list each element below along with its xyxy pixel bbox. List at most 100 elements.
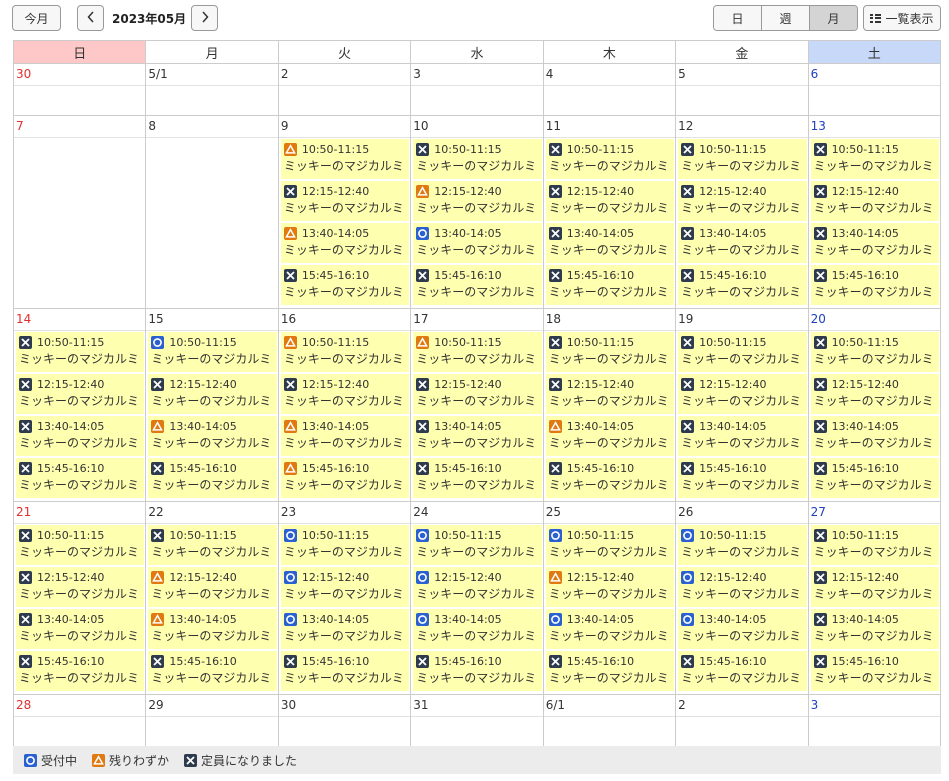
event-slot[interactable]: 15:45-16:10 ミッキーのマジカルミ xyxy=(413,265,542,305)
event-slot[interactable]: 12:15-12:40 ミッキーのマジカルミ xyxy=(810,181,939,221)
event-slot[interactable]: 10:50-11:15 ミッキーのマジカルミ xyxy=(545,139,675,179)
event-slot[interactable]: 13:40-14:05 ミッキーのマジカルミ xyxy=(810,223,939,263)
event-slot[interactable]: 12:15-12:40 ミッキーのマジカルミ xyxy=(678,181,807,221)
month-view-button[interactable]: 月 xyxy=(810,6,857,30)
event-slot[interactable]: 13:40-14:05 ミッキーのマジカルミ xyxy=(810,416,939,456)
event-slot[interactable]: 12:15-12:40 ミッキーのマジカルミ xyxy=(280,374,410,414)
event-slot[interactable]: 13:40-14:05 ミッキーのマジカルミ xyxy=(678,223,807,263)
event-slot[interactable]: 10:50-11:15 ミッキーのマジカルミ xyxy=(545,332,675,372)
event-slot[interactable]: 12:15-12:40 ミッキーのマジカルミ xyxy=(545,567,675,607)
calendar-day[interactable]: 9 10:50-11:15 ミッキーのマジカルミ 12:15-12:40 ミッキーのマジ… xyxy=(278,116,412,309)
event-slot[interactable]: 15:45-16:10 ミッキーのマジカルミ xyxy=(678,458,807,498)
event-slot[interactable]: 12:15-12:40 ミッキーのマジカルミ xyxy=(545,181,675,221)
event-slot[interactable]: 15:45-16:10 ミッキーのマジカルミ xyxy=(148,651,277,691)
event-slot[interactable]: 15:45-16:10 ミッキーのマジカルミ xyxy=(16,458,145,498)
event-slot[interactable]: 12:15-12:40 ミッキーのマジカルミ xyxy=(545,374,675,414)
event-slot[interactable]: 10:50-11:15 ミッキーのマジカルミ xyxy=(280,525,410,565)
calendar-day[interactable]: 5 xyxy=(676,64,809,116)
calendar-day[interactable]: 13 10:50-11:15 ミッキーのマジカルミ 12:15-12:40 ミッキーのマ… xyxy=(808,116,941,309)
event-slot[interactable]: 10:50-11:15 ミッキーのマジカルミ xyxy=(16,525,145,565)
calendar-day[interactable]: 4 xyxy=(543,64,677,116)
event-slot[interactable]: 12:15-12:40 ミッキーのマジカルミ xyxy=(810,567,939,607)
calendar-day[interactable]: 29 xyxy=(146,695,279,747)
calendar-day[interactable]: 25 10:50-11:15 ミッキーのマジカルミ 12:15-12:40 ミッキーのマ… xyxy=(543,502,677,695)
event-slot[interactable]: 10:50-11:15 ミッキーのマジカルミ xyxy=(280,139,410,179)
event-slot[interactable]: 13:40-14:05 ミッキーのマジカルミ xyxy=(148,416,277,456)
event-slot[interactable]: 15:45-16:10 ミッキーのマジカルミ xyxy=(678,265,807,305)
event-slot[interactable]: 12:15-12:40 ミッキーのマジカルミ xyxy=(16,374,145,414)
calendar-day[interactable]: 2 xyxy=(278,64,412,116)
event-slot[interactable]: 15:45-16:10 ミッキーのマジカルミ xyxy=(810,458,939,498)
calendar-day[interactable]: 12 10:50-11:15 ミッキーのマジカルミ 12:15-12:40 ミッキーのマ… xyxy=(676,116,809,309)
event-slot[interactable]: 13:40-14:05 ミッキーのマジカルミ xyxy=(545,609,675,649)
calendar-day[interactable]: 3 xyxy=(411,64,544,116)
event-slot[interactable]: 10:50-11:15 ミッキーのマジカルミ xyxy=(16,332,145,372)
calendar-day[interactable]: 22 10:50-11:15 ミッキーのマジカルミ 12:15-12:40 ミッキーのマ… xyxy=(146,502,279,695)
event-slot[interactable]: 13:40-14:05 ミッキーのマジカルミ xyxy=(810,609,939,649)
event-slot[interactable]: 10:50-11:15 ミッキーのマジカルミ xyxy=(413,332,542,372)
event-slot[interactable]: 13:40-14:05 ミッキーのマジカルミ xyxy=(413,609,542,649)
calendar-day[interactable]: 7 xyxy=(14,116,147,309)
calendar-day[interactable]: 28 xyxy=(14,695,147,747)
event-slot[interactable]: 12:15-12:40 ミッキーのマジカルミ xyxy=(810,374,939,414)
event-slot[interactable]: 10:50-11:15 ミッキーのマジカルミ xyxy=(148,525,277,565)
event-slot[interactable]: 12:15-12:40 ミッキーのマジカルミ xyxy=(678,567,807,607)
calendar-day[interactable]: 10 10:50-11:15 ミッキーのマジカルミ 12:15-12:40 ミッキーのマ… xyxy=(411,116,544,309)
event-slot[interactable]: 10:50-11:15 ミッキーのマジカルミ xyxy=(413,525,542,565)
calendar-day[interactable]: 6/1 xyxy=(543,695,677,747)
event-slot[interactable]: 12:15-12:40 ミッキーのマジカルミ xyxy=(678,374,807,414)
week-view-button[interactable]: 週 xyxy=(762,6,810,30)
event-slot[interactable]: 10:50-11:15 ミッキーのマジカルミ xyxy=(678,332,807,372)
event-slot[interactable]: 13:40-14:05 ミッキーのマジカルミ xyxy=(280,223,410,263)
event-slot[interactable]: 10:50-11:15 ミッキーのマジカルミ xyxy=(810,332,939,372)
calendar-day[interactable]: 26 10:50-11:15 ミッキーのマジカルミ 12:15-12:40 ミッキーのマ… xyxy=(676,502,809,695)
event-slot[interactable]: 13:40-14:05 ミッキーのマジカルミ xyxy=(678,416,807,456)
event-slot[interactable]: 13:40-14:05 ミッキーのマジカルミ xyxy=(280,416,410,456)
day-view-button[interactable]: 日 xyxy=(714,6,762,30)
calendar-day[interactable]: 31 xyxy=(411,695,544,747)
prev-month-button[interactable] xyxy=(77,5,104,31)
calendar-day[interactable]: 20 10:50-11:15 ミッキーのマジカルミ 12:15-12:40 ミッキーのマ… xyxy=(808,309,941,502)
event-slot[interactable]: 15:45-16:10 ミッキーのマジカルミ xyxy=(413,651,542,691)
event-slot[interactable]: 13:40-14:05 ミッキーのマジカルミ xyxy=(545,416,675,456)
event-slot[interactable]: 15:45-16:10 ミッキーのマジカルミ xyxy=(545,651,675,691)
event-slot[interactable]: 13:40-14:05 ミッキーのマジカルミ xyxy=(16,416,145,456)
calendar-day[interactable]: 5/1 xyxy=(146,64,279,116)
calendar-day[interactable]: 2 xyxy=(676,695,809,747)
event-slot[interactable]: 13:40-14:05 ミッキーのマジカルミ xyxy=(16,609,145,649)
event-slot[interactable]: 15:45-16:10 ミッキーのマジカルミ xyxy=(280,265,410,305)
calendar-day[interactable]: 19 10:50-11:15 ミッキーのマジカルミ 12:15-12:40 ミッキーのマ… xyxy=(676,309,809,502)
event-slot[interactable]: 12:15-12:40 ミッキーのマジカルミ xyxy=(413,374,542,414)
event-slot[interactable]: 15:45-16:10 ミッキーのマジカルミ xyxy=(678,651,807,691)
calendar-day[interactable]: 21 10:50-11:15 ミッキーのマジカルミ 12:15-12:40 ミッキーのマ… xyxy=(14,502,147,695)
event-slot[interactable]: 15:45-16:10 ミッキーのマジカルミ xyxy=(16,651,145,691)
event-slot[interactable]: 12:15-12:40 ミッキーのマジカルミ xyxy=(413,181,542,221)
event-slot[interactable]: 12:15-12:40 ミッキーのマジカルミ xyxy=(16,567,145,607)
calendar-day[interactable]: 30 xyxy=(14,64,147,116)
calendar-day[interactable]: 8 xyxy=(146,116,279,309)
event-slot[interactable]: 10:50-11:15 ミッキーのマジカルミ xyxy=(148,332,277,372)
event-slot[interactable]: 15:45-16:10 ミッキーのマジカルミ xyxy=(545,265,675,305)
list-view-button[interactable]: 一覧表示 xyxy=(863,5,941,31)
event-slot[interactable]: 15:45-16:10 ミッキーのマジカルミ xyxy=(413,458,542,498)
event-slot[interactable]: 13:40-14:05 ミッキーのマジカルミ xyxy=(148,609,277,649)
event-slot[interactable]: 13:40-14:05 ミッキーのマジカルミ xyxy=(413,223,542,263)
event-slot[interactable]: 10:50-11:15 ミッキーのマジカルミ xyxy=(545,525,675,565)
calendar-day[interactable]: 17 10:50-11:15 ミッキーのマジカルミ 12:15-12:40 ミッキーのマ… xyxy=(411,309,544,502)
calendar-day[interactable]: 24 10:50-11:15 ミッキーのマジカルミ 12:15-12:40 ミッキーのマ… xyxy=(411,502,544,695)
calendar-day[interactable]: 18 10:50-11:15 ミッキーのマジカルミ 12:15-12:40 ミッキーのマ… xyxy=(543,309,677,502)
event-slot[interactable]: 13:40-14:05 ミッキーのマジカルミ xyxy=(280,609,410,649)
calendar-day[interactable]: 3 xyxy=(808,695,941,747)
event-slot[interactable]: 15:45-16:10 ミッキーのマジカルミ xyxy=(810,265,939,305)
event-slot[interactable]: 13:40-14:05 ミッキーのマジカルミ xyxy=(678,609,807,649)
calendar-day[interactable]: 15 10:50-11:15 ミッキーのマジカルミ 12:15-12:40 ミッキーのマ… xyxy=(146,309,279,502)
calendar-day[interactable]: 27 10:50-11:15 ミッキーのマジカルミ 12:15-12:40 ミッキーのマ… xyxy=(808,502,941,695)
calendar-day[interactable]: 14 10:50-11:15 ミッキーのマジカルミ 12:15-12:40 ミッキーのマ… xyxy=(14,309,147,502)
event-slot[interactable]: 13:40-14:05 ミッキーのマジカルミ xyxy=(545,223,675,263)
next-month-button[interactable] xyxy=(191,5,218,31)
event-slot[interactable]: 10:50-11:15 ミッキーのマジカルミ xyxy=(413,139,542,179)
event-slot[interactable]: 10:50-11:15 ミッキーのマジカルミ xyxy=(678,139,807,179)
event-slot[interactable]: 12:15-12:40 ミッキーのマジカルミ xyxy=(413,567,542,607)
event-slot[interactable]: 10:50-11:15 ミッキーのマジカルミ xyxy=(810,525,939,565)
calendar-day[interactable]: 16 10:50-11:15 ミッキーのマジカルミ 12:15-12:40 ミッキーのマ… xyxy=(278,309,412,502)
